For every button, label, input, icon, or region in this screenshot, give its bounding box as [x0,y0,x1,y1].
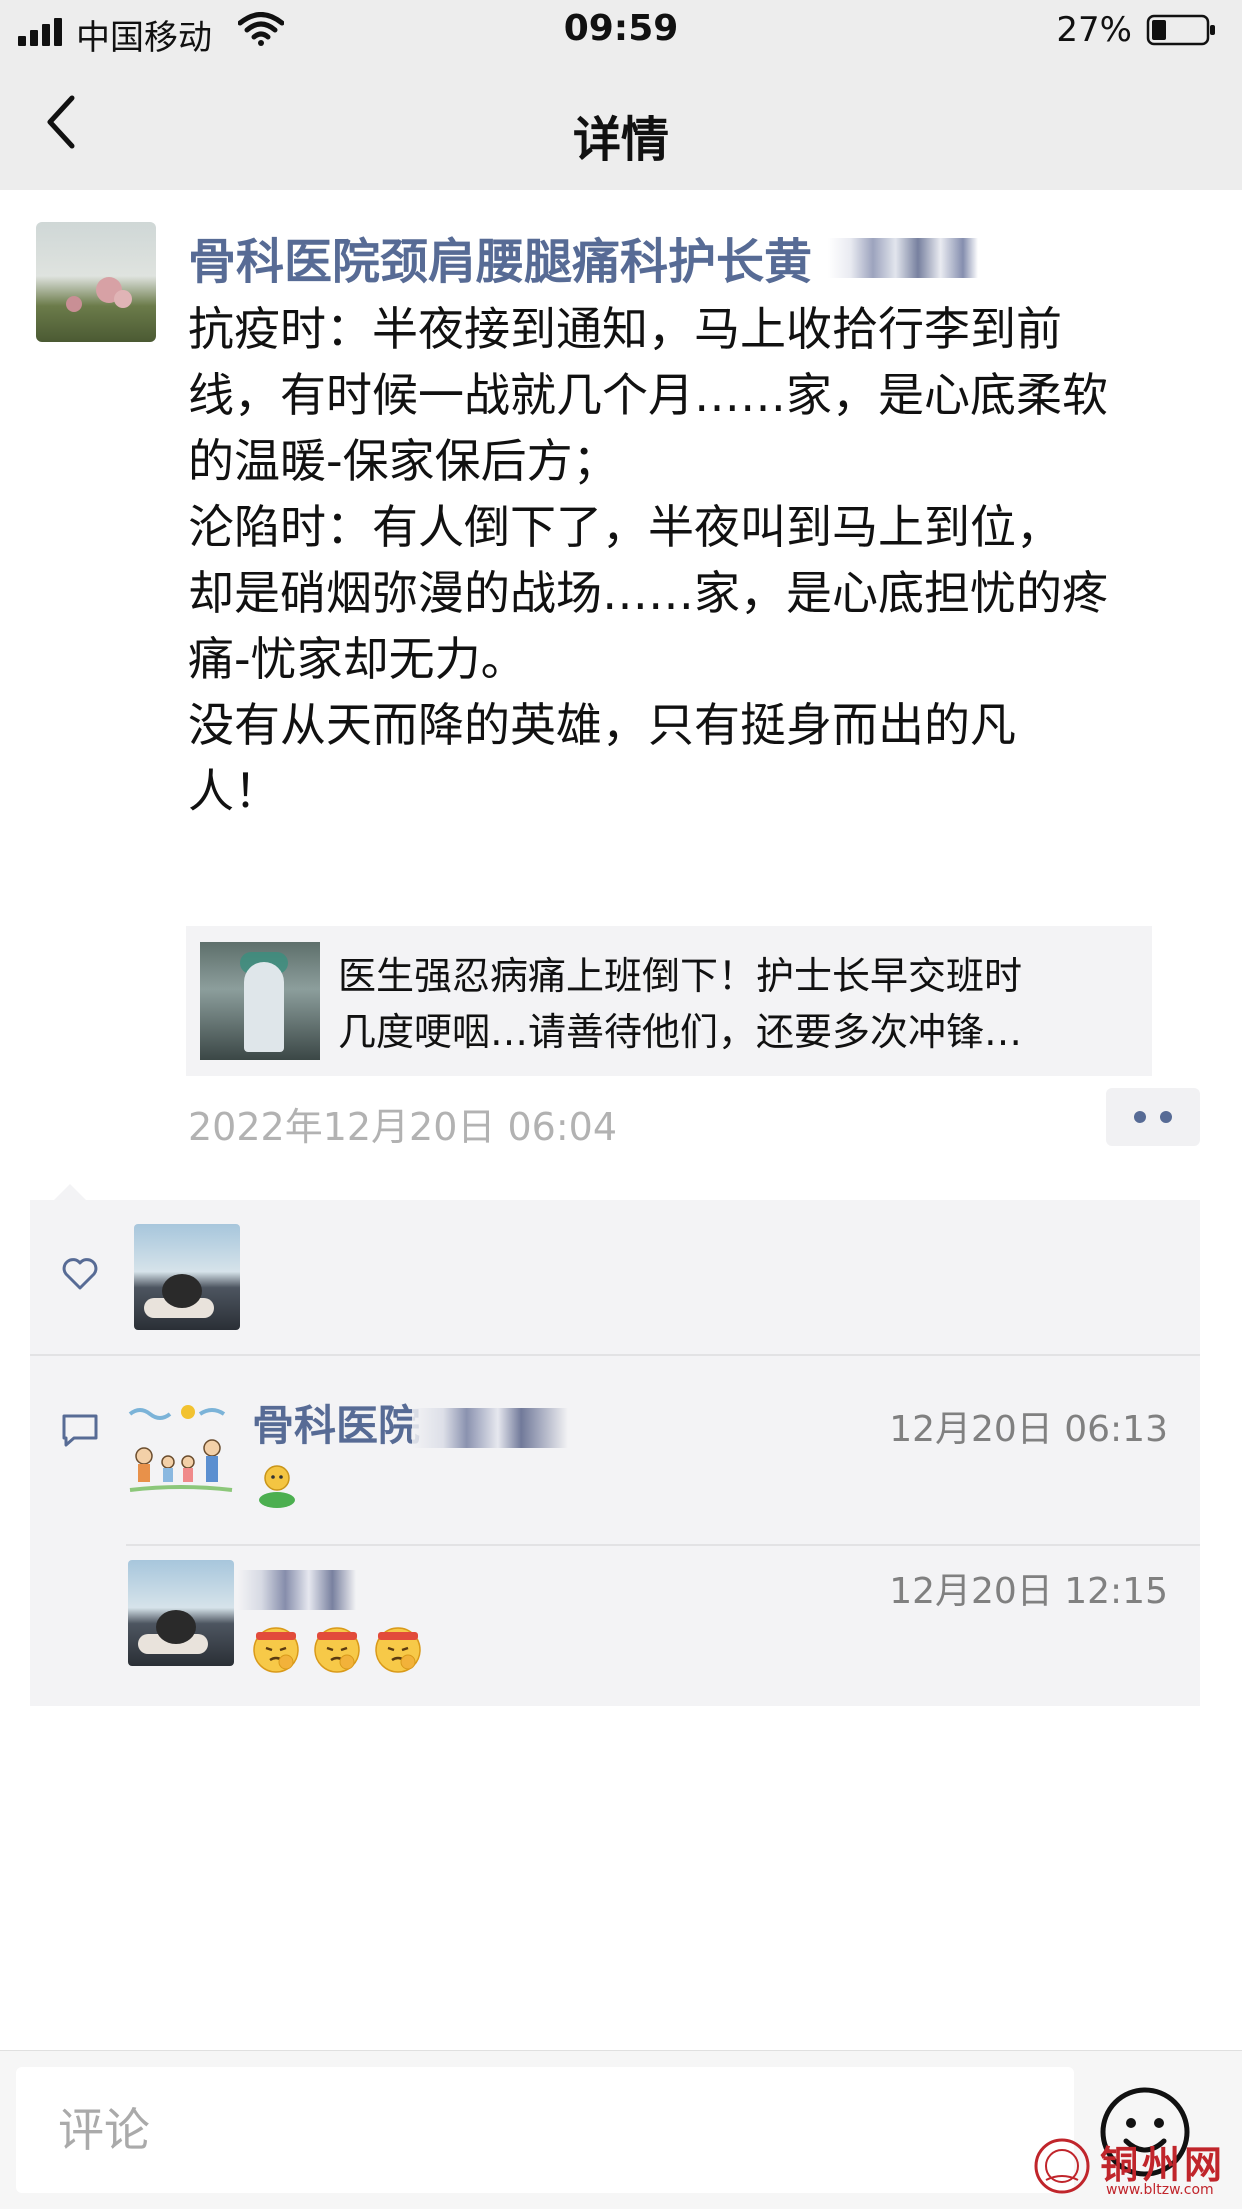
commenter-avatar[interactable] [128,1560,234,1666]
like-user-avatar[interactable] [134,1224,240,1330]
post-text: 抗疫时：半夜接到通知，马上收拾行李到前 线，有时候一战就几个月……家，是心底柔软… [188,296,1208,824]
fighting-face-emoji [314,1627,360,1673]
commenter-avatar[interactable] [126,1398,236,1508]
post-timestamp: 2022年12月20日 06:04 [188,1105,618,1149]
divider [126,1544,1200,1546]
top-bar: 中国移动 09:59 27% 详情 [0,0,1242,190]
link-thumbnail [200,942,320,1060]
commenter-name[interactable]: 骨科医院 [252,1392,420,1453]
comment-icon [62,1414,98,1447]
battery-icon [1146,14,1215,46]
divider [30,1354,1200,1356]
page-title: 详情 [572,112,669,168]
watermark-logo-icon [1034,2138,1090,2194]
link-title-line: 几度哽咽…请善待他们，还要多次冲锋… [338,1010,1023,1054]
post-line: 却是硝烟弥漫的战场……家，是心底担忧的疼 [188,566,1108,620]
comment-time: 12月20日 06:13 [889,1409,1168,1450]
comment-input[interactable] [16,2067,1074,2193]
link-title-line: 医生强忍病痛上班倒下！护士长早交班时 [338,954,1023,998]
post-line: 线，有时候一战就几个月……家，是心底柔软 [188,368,1108,422]
author-avatar[interactable] [36,222,156,342]
nav-bar: 详情 [0,62,1242,190]
redacted-blur [412,1408,568,1448]
post-line: 沦陷时：有人倒下了，半夜叫到马上到位， [188,500,1062,554]
comment-emoji-row [250,1622,428,1674]
site-watermark: 铜州网 www.bltzw.com [1026,2132,1236,2202]
post-line: 抗疫时：半夜接到通知，马上收拾行李到前 [188,302,1062,356]
post-line: 人！ [188,764,280,818]
shared-link-card[interactable]: 医生强忍病痛上班倒下！护士长早交班时 几度哽咽…请善待他们，还要多次冲锋… [186,926,1152,1076]
fighting-face-emoji [375,1627,421,1673]
redacted-blur [238,1570,356,1610]
more-actions-button[interactable] [1106,1088,1200,1146]
green-figure-emoji [259,1465,295,1508]
fighting-face-emoji [253,1627,299,1673]
battery-percent: 27% [1056,10,1132,50]
redacted-blur [828,238,978,278]
comment-time: 12月20日 12:15 [889,1571,1168,1612]
heart-icon [62,1258,98,1290]
watermark-url: www.bltzw.com [1106,2182,1214,2198]
watermark-name: 铜州网 [1100,2142,1227,2187]
status-bar: 中国移动 09:59 27% [0,0,1242,62]
post-author-name[interactable]: 骨科医院颈肩腰腿痛科护长黄 [188,222,812,292]
post-line: 没有从天而降的英雄，只有挺身而出的凡 [188,698,1016,752]
link-title: 医生强忍病痛上班倒下！护士长早交班时 几度哽咽…请善待他们，还要多次冲锋… [338,948,1138,1060]
post-line: 的温暖-保家保后方； [188,434,619,488]
post-line: 痛-忧家却无力。 [188,632,527,686]
